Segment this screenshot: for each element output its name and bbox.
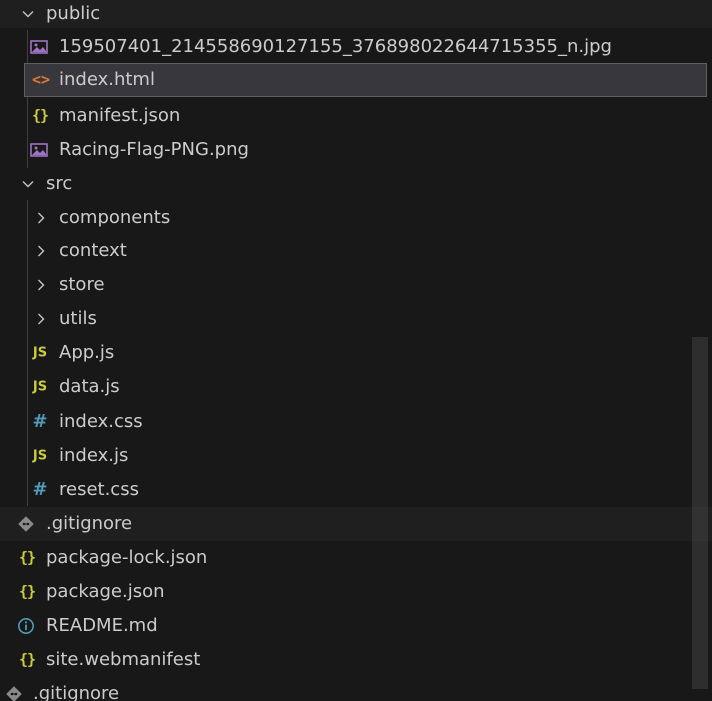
js-icon: JS xyxy=(32,345,48,361)
file-package-json[interactable]: {} package.json xyxy=(0,575,712,609)
file-racing-flag[interactable]: Racing-Flag-PNG.png xyxy=(0,133,712,167)
folder-utils[interactable]: utils xyxy=(0,302,712,336)
file-label: Racing-Flag-PNG.png xyxy=(59,139,249,160)
folder-context[interactable]: context xyxy=(0,234,712,268)
folder-label: utils xyxy=(59,308,97,329)
chevron-right-icon xyxy=(33,311,49,327)
file-manifest-json[interactable]: {} manifest.json xyxy=(0,99,712,133)
chevron-down-icon xyxy=(20,176,36,192)
file-gitignore-outer[interactable]: .gitignore xyxy=(0,677,712,701)
file-gitignore[interactable]: .gitignore xyxy=(0,507,712,541)
chevron-right-icon xyxy=(33,243,49,259)
file-reset-css[interactable]: # reset.css xyxy=(0,473,712,507)
file-app-js[interactable]: JS App.js xyxy=(0,336,712,370)
file-label: package.json xyxy=(46,581,165,602)
scrollbar-thumb[interactable] xyxy=(692,337,708,689)
folder-label: public xyxy=(46,3,101,24)
file-label: index.css xyxy=(59,411,143,432)
file-label: package-lock.json xyxy=(46,547,208,568)
folder-src[interactable]: src xyxy=(0,167,712,201)
folder-store[interactable]: store xyxy=(0,268,712,302)
file-label: README.md xyxy=(46,615,158,636)
file-readme[interactable]: README.md xyxy=(0,609,712,643)
file-label: index.js xyxy=(59,445,129,466)
file-index-css[interactable]: # index.css xyxy=(0,405,712,439)
js-icon: JS xyxy=(32,379,48,395)
folder-label: context xyxy=(59,240,127,261)
file-label: manifest.json xyxy=(59,105,181,126)
file-label: .gitignore xyxy=(33,683,120,701)
json-icon: {} xyxy=(18,650,36,669)
file-site-webmanifest[interactable]: {} site.webmanifest xyxy=(0,643,712,677)
folder-label: store xyxy=(59,274,105,295)
file-label: 159507401_214558690127155_37689802264471… xyxy=(59,36,612,57)
chevron-right-icon xyxy=(33,277,49,293)
css-icon: # xyxy=(32,479,48,500)
file-explorer: public 159507401_214558690127155_3768980… xyxy=(0,0,712,701)
html-icon: <> xyxy=(31,70,51,89)
json-icon: {} xyxy=(18,548,36,567)
json-icon: {} xyxy=(31,106,49,125)
git-icon xyxy=(5,685,25,701)
file-label: site.webmanifest xyxy=(46,649,201,670)
info-icon xyxy=(17,617,37,635)
file-jpg[interactable]: 159507401_214558690127155_37689802264471… xyxy=(0,30,712,64)
file-label: reset.css xyxy=(59,479,139,500)
chevron-right-icon xyxy=(33,210,49,226)
image-icon xyxy=(30,39,50,55)
folder-components[interactable]: components xyxy=(0,201,712,235)
file-data-js[interactable]: JS data.js xyxy=(0,370,712,404)
chevron-down-icon xyxy=(20,6,36,22)
file-package-lock-json[interactable]: {} package-lock.json xyxy=(0,541,712,575)
git-icon xyxy=(17,515,37,533)
file-label: data.js xyxy=(59,376,120,397)
file-index-html[interactable]: <> index.html xyxy=(24,63,707,97)
file-index-js[interactable]: JS index.js xyxy=(0,439,712,473)
css-icon: # xyxy=(32,411,48,432)
folder-label: src xyxy=(46,173,73,194)
file-label: .gitignore xyxy=(46,513,133,534)
file-label: App.js xyxy=(59,342,115,363)
folder-label: components xyxy=(59,207,171,228)
json-icon: {} xyxy=(18,582,36,601)
folder-public[interactable]: public xyxy=(0,0,712,28)
file-label: index.html xyxy=(59,69,155,90)
image-icon xyxy=(30,142,50,158)
js-icon: JS xyxy=(32,448,48,464)
